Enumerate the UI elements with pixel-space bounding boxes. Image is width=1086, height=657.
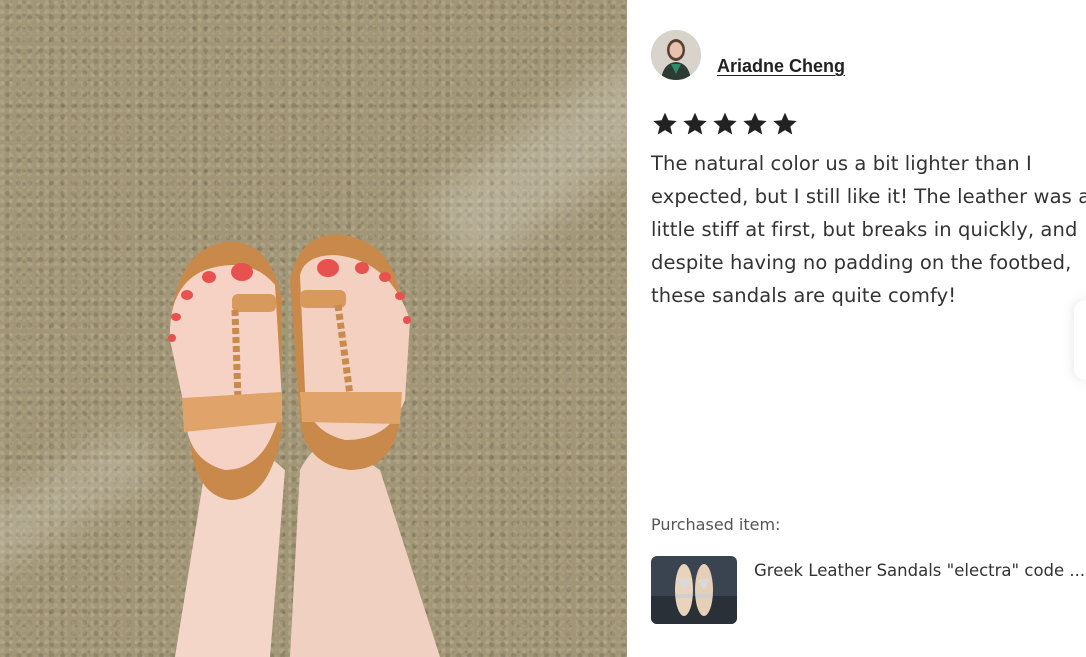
avatar-image	[651, 30, 701, 80]
purchased-item-label: Purchased item:	[651, 515, 781, 534]
star-filled-icon	[653, 112, 677, 135]
reviewer-avatar[interactable]	[651, 30, 701, 80]
purchased-item-title[interactable]: Greek Leather Sandals "electra" code ...	[754, 561, 1086, 580]
review-text: The natural color us a bit lighter than …	[651, 152, 1086, 307]
star-rating	[651, 110, 799, 138]
star-filled-icon	[713, 112, 737, 135]
feet-in-sandals-illustration	[168, 234, 440, 657]
star-filled-icon	[683, 112, 707, 135]
reviewer-name-link[interactable]: Ariadne Cheng	[717, 56, 845, 77]
star-filled-icon	[773, 112, 797, 135]
review-panel: Ariadne Cheng The natural color us a bit…	[627, 0, 1086, 657]
star-filled-icon	[743, 112, 767, 135]
purchased-item-thumbnail[interactable]	[651, 556, 737, 624]
review-photo[interactable]	[0, 0, 627, 657]
sandals-product-image	[651, 556, 737, 624]
scroll-edge-shadow	[1074, 300, 1086, 380]
